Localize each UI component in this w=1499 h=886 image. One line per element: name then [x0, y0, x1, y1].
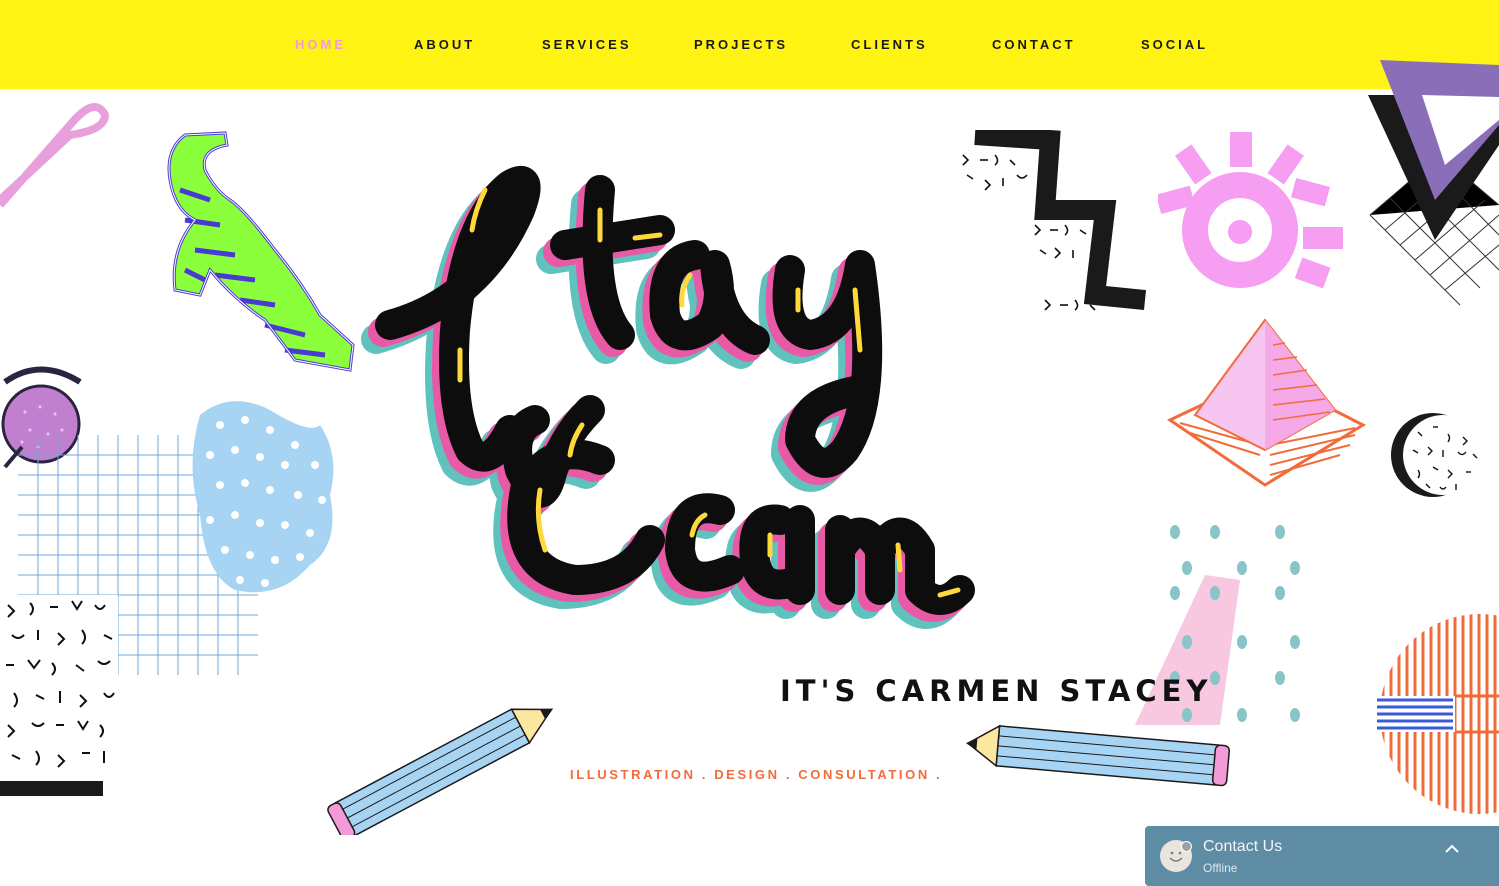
- pink-squiggle-decoration: [0, 103, 109, 208]
- nav-projects[interactable]: PROJECTS: [694, 37, 788, 52]
- nav-contact[interactable]: CONTACT: [992, 37, 1076, 52]
- nav-home[interactable]: HOME: [295, 37, 346, 52]
- orange-striped-circle: [1375, 614, 1499, 814]
- chat-status: Offline: [1203, 861, 1238, 875]
- pink-pyramid-decoration: [1166, 318, 1367, 487]
- tiger-illustration: [167, 131, 355, 372]
- contact-chat-widget[interactable]: Contact Us Offline: [1145, 826, 1499, 886]
- offline-status-dot: [1181, 841, 1192, 852]
- hero-tagline: IT'S CARMEN STACEY: [780, 674, 1213, 708]
- squiggle-pattern-square: [0, 595, 118, 796]
- nav-about[interactable]: ABOUT: [414, 37, 475, 52]
- black-zigzag-decoration: [962, 130, 1146, 311]
- crescent-moon-decoration: [1391, 413, 1483, 497]
- nav-clients[interactable]: CLIENTS: [851, 37, 928, 52]
- services-subtitle: ILLUSTRATION . DESIGN . CONSULTATION .: [570, 767, 943, 782]
- blue-pencil-left: [327, 708, 554, 835]
- top-navigation: HOME ABOUT SERVICES PROJECTS CLIENTS CON…: [0, 0, 1499, 89]
- blue-pencil-right: [965, 724, 1231, 787]
- nav-social[interactable]: SOCIAL: [1141, 37, 1208, 52]
- chat-title: Contact Us: [1203, 838, 1283, 855]
- blue-dotted-blob: [192, 401, 334, 593]
- pink-sun-icon: [1158, 132, 1343, 289]
- nav-services[interactable]: SERVICES: [542, 37, 632, 52]
- purple-triangle-decoration: [1368, 60, 1499, 306]
- chevron-up-icon[interactable]: [1443, 840, 1461, 863]
